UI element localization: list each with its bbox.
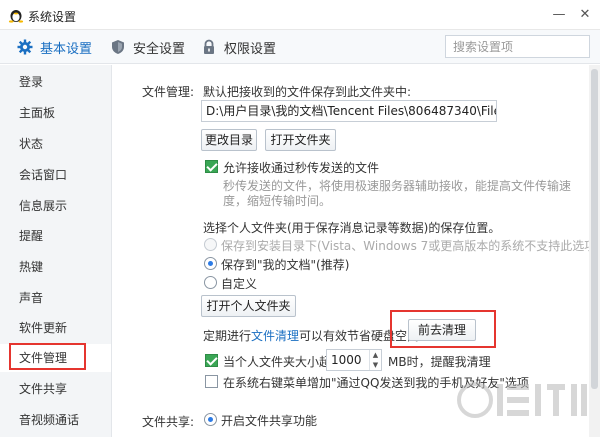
- open-personal-folder-button[interactable]: 打开个人文件夹: [201, 295, 296, 317]
- minimize-button[interactable]: —: [547, 4, 571, 26]
- stepper-arrows-icon[interactable]: ▲ ▼: [369, 350, 381, 370]
- allow-instant-transfer-label: 允许接收通过秒传发送的文件: [223, 161, 380, 175]
- instant-transfer-description-line2: 度，缩短传输时间。: [223, 194, 332, 208]
- save-to-install-dir-radio[interactable]: [204, 238, 217, 251]
- sidebar-item-login[interactable]: 登录: [0, 68, 111, 96]
- custom-location-radio[interactable]: [204, 276, 217, 289]
- window-title: 系统设置: [28, 10, 77, 24]
- gear-icon: [17, 39, 33, 55]
- context-menu-send-checkbox[interactable]: [205, 375, 218, 388]
- sidebar-item-chat-window[interactable]: 会话窗口: [0, 161, 111, 189]
- sidebar-item-software-update[interactable]: 软件更新: [0, 314, 111, 342]
- tab-permission-settings[interactable]: 权限设置: [201, 37, 276, 57]
- size-limit-reminder-checkbox[interactable]: [205, 354, 218, 367]
- sidebar-item-av-call[interactable]: 音视频通话: [0, 406, 111, 434]
- watermark-logo: [457, 382, 587, 418]
- search-input[interactable]: [446, 36, 589, 57]
- sidebar-item-hotkey[interactable]: 热键: [0, 253, 111, 281]
- highlight-box-cleanup: [390, 310, 496, 348]
- enable-file-sharing-radio[interactable]: [204, 413, 217, 426]
- scrollbar-thumb[interactable]: [591, 69, 598, 389]
- shield-icon: [112, 40, 124, 54]
- size-limit-suffix-label: MB时，提醒我清理: [388, 355, 491, 369]
- sidebar-item-status[interactable]: 状态: [0, 130, 111, 158]
- settings-tab-bar: 基本设置 安全设置 权限设置: [0, 30, 600, 64]
- size-limit-value: 1000: [331, 353, 362, 367]
- save-to-install-dir-label: 保存到安装目录下(Vista、Windows 7或更高版本的系统不支持此选项): [221, 239, 600, 253]
- change-directory-button[interactable]: 更改目录: [201, 129, 257, 151]
- qq-penguin-icon: [8, 10, 24, 23]
- section-label-file-sharing: 文件共享:: [142, 415, 195, 429]
- sidebar-item-file-sharing[interactable]: 文件共享: [0, 375, 111, 403]
- sidebar-item-main-panel[interactable]: 主面板: [0, 99, 111, 127]
- file-cleanup-link[interactable]: 文件清理: [251, 329, 299, 343]
- sidebar-item-info-display[interactable]: 信息展示: [0, 192, 111, 220]
- section-label-file-management: 文件管理:: [142, 85, 195, 99]
- save-to-my-documents-label: 保存到"我的文档"(推荐): [221, 258, 350, 272]
- tab-label: 安全设置: [133, 41, 186, 57]
- settings-search-box[interactable]: [445, 35, 590, 58]
- allow-instant-transfer-checkbox[interactable]: [205, 160, 218, 173]
- close-button[interactable]: ✕: [573, 4, 597, 26]
- personal-folder-description: 选择个人文件夹(用于保存消息记录等数据)的保存位置。: [203, 221, 501, 235]
- size-limit-prefix-label: 当个人文件夹大小超过: [223, 355, 344, 369]
- sidebar-item-reminder[interactable]: 提醒: [0, 222, 111, 250]
- save-to-my-documents-radio[interactable]: [204, 257, 217, 270]
- sidebar: 登录 主面板 状态 会话窗口 信息展示 提醒 热键 声音 软件更新 文件管理 文…: [0, 65, 112, 437]
- save-location-description: 默认把接收到的文件保存到此文件夹中:: [203, 85, 412, 99]
- highlight-box-file-management: [9, 343, 86, 370]
- cleanup-hint-prefix: 定期进行: [203, 329, 252, 343]
- receive-folder-path-field[interactable]: D:\用户目录\我的文档\Tencent Files\806487340\Fil…: [201, 100, 497, 122]
- lock-icon: [204, 39, 214, 54]
- custom-location-label: 自定义: [221, 277, 258, 291]
- tab-basic-settings[interactable]: 基本设置: [17, 37, 92, 57]
- tab-label: 基本设置: [40, 41, 93, 57]
- size-limit-stepper[interactable]: 1000 ▲ ▼: [326, 349, 382, 371]
- enable-file-sharing-label: 开启文件共享功能: [221, 414, 318, 428]
- title-bar: 系统设置 — ✕: [0, 0, 600, 30]
- sidebar-item-sound[interactable]: 声音: [0, 284, 111, 312]
- tab-security-settings[interactable]: 安全设置: [110, 37, 185, 57]
- tab-label: 权限设置: [224, 41, 277, 57]
- open-folder-button[interactable]: 打开文件夹: [265, 129, 336, 151]
